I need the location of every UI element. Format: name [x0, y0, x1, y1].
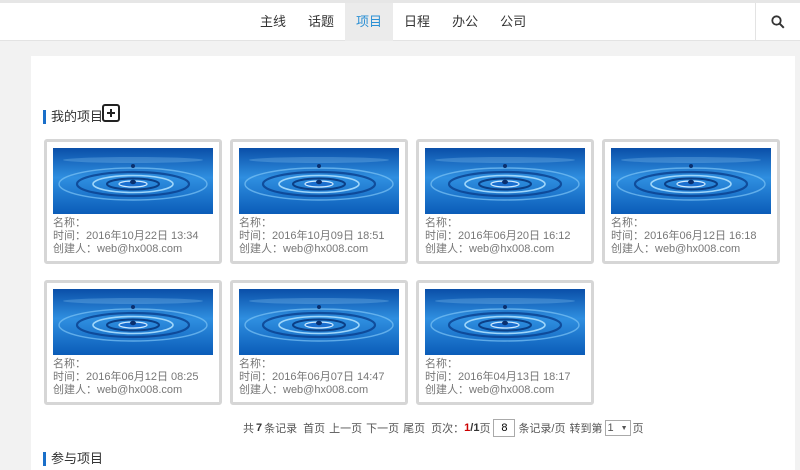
- project-card[interactable]: 名称： 时间：2016年10月22日 13:34 创建人：web@hx008.c…: [44, 139, 222, 264]
- project-creator: 创建人：web@hx008.com: [53, 384, 183, 396]
- total-count: 7: [256, 422, 263, 434]
- nav-item-company[interactable]: 公司: [489, 3, 537, 41]
- project-creator: 创建人：web@hx008.com: [425, 243, 555, 255]
- project-info: 名称： 时间：2016年06月12日 16:18 创建人：web@hx008.c…: [611, 217, 757, 256]
- search-icon: [771, 15, 785, 29]
- first-page-link[interactable]: 首页: [303, 420, 325, 436]
- page-label: 页次：: [431, 423, 465, 435]
- project-creator: 创建人：web@hx008.com: [53, 243, 183, 255]
- project-name: 名称：: [239, 358, 272, 370]
- project-card[interactable]: 名称： 时间：2016年06月07日 14:47 创建人：web@hx008.c…: [230, 280, 408, 405]
- page-suffix: 页: [479, 423, 491, 435]
- joined-projects-title: 参与项目: [43, 452, 103, 466]
- project-creator: 创建人：web@hx008.com: [425, 384, 555, 396]
- project-thumbnail: [239, 289, 399, 355]
- project-time: 时间：2016年06月07日 14:47: [239, 371, 385, 383]
- project-name: 名称：: [611, 217, 644, 229]
- project-time: 时间：2016年10月09日 18:51: [239, 230, 385, 242]
- project-time: 时间：2016年06月12日 08:25: [53, 371, 199, 383]
- main-nav: 主线 话题 项目 日程 办公 公司: [249, 3, 537, 41]
- plus-square-icon[interactable]: [102, 104, 120, 122]
- pagination: 共 7 条记录 首页 上一页 下一页 尾页 页次： 1 / 1 页 条记录/页 …: [243, 418, 644, 438]
- my-projects-title: 我的项目: [43, 110, 103, 124]
- project-info: 名称： 时间：2016年10月22日 13:34 创建人：web@hx008.c…: [53, 217, 199, 256]
- nav-item-schedule[interactable]: 日程: [393, 3, 441, 41]
- project-time: 时间：2016年10月22日 13:34: [53, 230, 199, 242]
- project-thumbnail: [425, 148, 585, 214]
- nav-item-projects[interactable]: 项目: [345, 3, 394, 41]
- project-thumbnail: [53, 289, 213, 355]
- project-card[interactable]: 名称： 时间：2016年06月20日 16:12 创建人：web@hx008.c…: [416, 139, 594, 264]
- total-suffix: 条记录: [264, 423, 298, 435]
- project-info: 名称： 时间：2016年06月20日 16:12 创建人：web@hx008.c…: [425, 217, 571, 256]
- prev-page-link[interactable]: 上一页: [329, 420, 362, 436]
- project-time: 时间：2016年04月13日 18:17: [425, 371, 571, 383]
- project-creator: 创建人：web@hx008.com: [611, 243, 741, 255]
- project-name: 名称：: [425, 217, 458, 229]
- next-page-link[interactable]: 下一页: [366, 420, 399, 436]
- project-card[interactable]: 名称： 时间：2016年10月09日 18:51 创建人：web@hx008.c…: [230, 139, 408, 264]
- goto-page-select[interactable]: 1 ▼: [604, 420, 631, 436]
- project-thumbnail: [611, 148, 771, 214]
- per-page-suffix: 条记录/页: [518, 423, 566, 435]
- project-info: 名称： 时间：2016年04月13日 18:17 创建人：web@hx008.c…: [425, 358, 571, 397]
- last-page-link[interactable]: 尾页: [403, 420, 425, 436]
- project-creator: 创建人：web@hx008.com: [239, 243, 369, 255]
- project-name: 名称：: [239, 217, 272, 229]
- per-page-input[interactable]: [493, 419, 516, 437]
- nav-item-topics[interactable]: 话题: [297, 3, 345, 41]
- project-thumbnail: [239, 148, 399, 214]
- goto-page-value: 1: [607, 422, 614, 434]
- project-info: 名称： 时间：2016年10月09日 18:51 创建人：web@hx008.c…: [239, 217, 385, 256]
- project-name: 名称：: [53, 358, 86, 370]
- chevron-down-icon: ▼: [620, 424, 628, 432]
- project-creator: 创建人：web@hx008.com: [239, 384, 369, 396]
- project-info: 名称： 时间：2016年06月07日 14:47 创建人：web@hx008.c…: [239, 358, 385, 397]
- top-navbar: 主线 话题 项目 日程 办公 公司: [0, 3, 800, 41]
- project-thumbnail: [53, 148, 213, 214]
- goto-label: 转到第: [569, 423, 603, 435]
- project-time: 时间：2016年06月20日 16:12: [425, 230, 571, 242]
- project-thumbnail: [425, 289, 585, 355]
- project-name: 名称：: [53, 217, 86, 229]
- project-info: 名称： 时间：2016年06月12日 08:25 创建人：web@hx008.c…: [53, 358, 199, 397]
- project-name: 名称：: [425, 358, 458, 370]
- project-card[interactable]: 名称： 时间：2016年04月13日 18:17 创建人：web@hx008.c…: [416, 280, 594, 405]
- search-button[interactable]: [755, 3, 800, 41]
- project-time: 时间：2016年06月12日 16:18: [611, 230, 757, 242]
- nav-item-office[interactable]: 办公: [441, 3, 489, 41]
- project-card[interactable]: 名称： 时间：2016年06月12日 08:25 创建人：web@hx008.c…: [44, 280, 222, 405]
- nav-item-main[interactable]: 主线: [249, 3, 297, 41]
- project-card[interactable]: 名称： 时间：2016年06月12日 16:18 创建人：web@hx008.c…: [602, 139, 780, 264]
- total-prefix: 共: [243, 423, 254, 435]
- goto-suffix: 页: [632, 423, 644, 435]
